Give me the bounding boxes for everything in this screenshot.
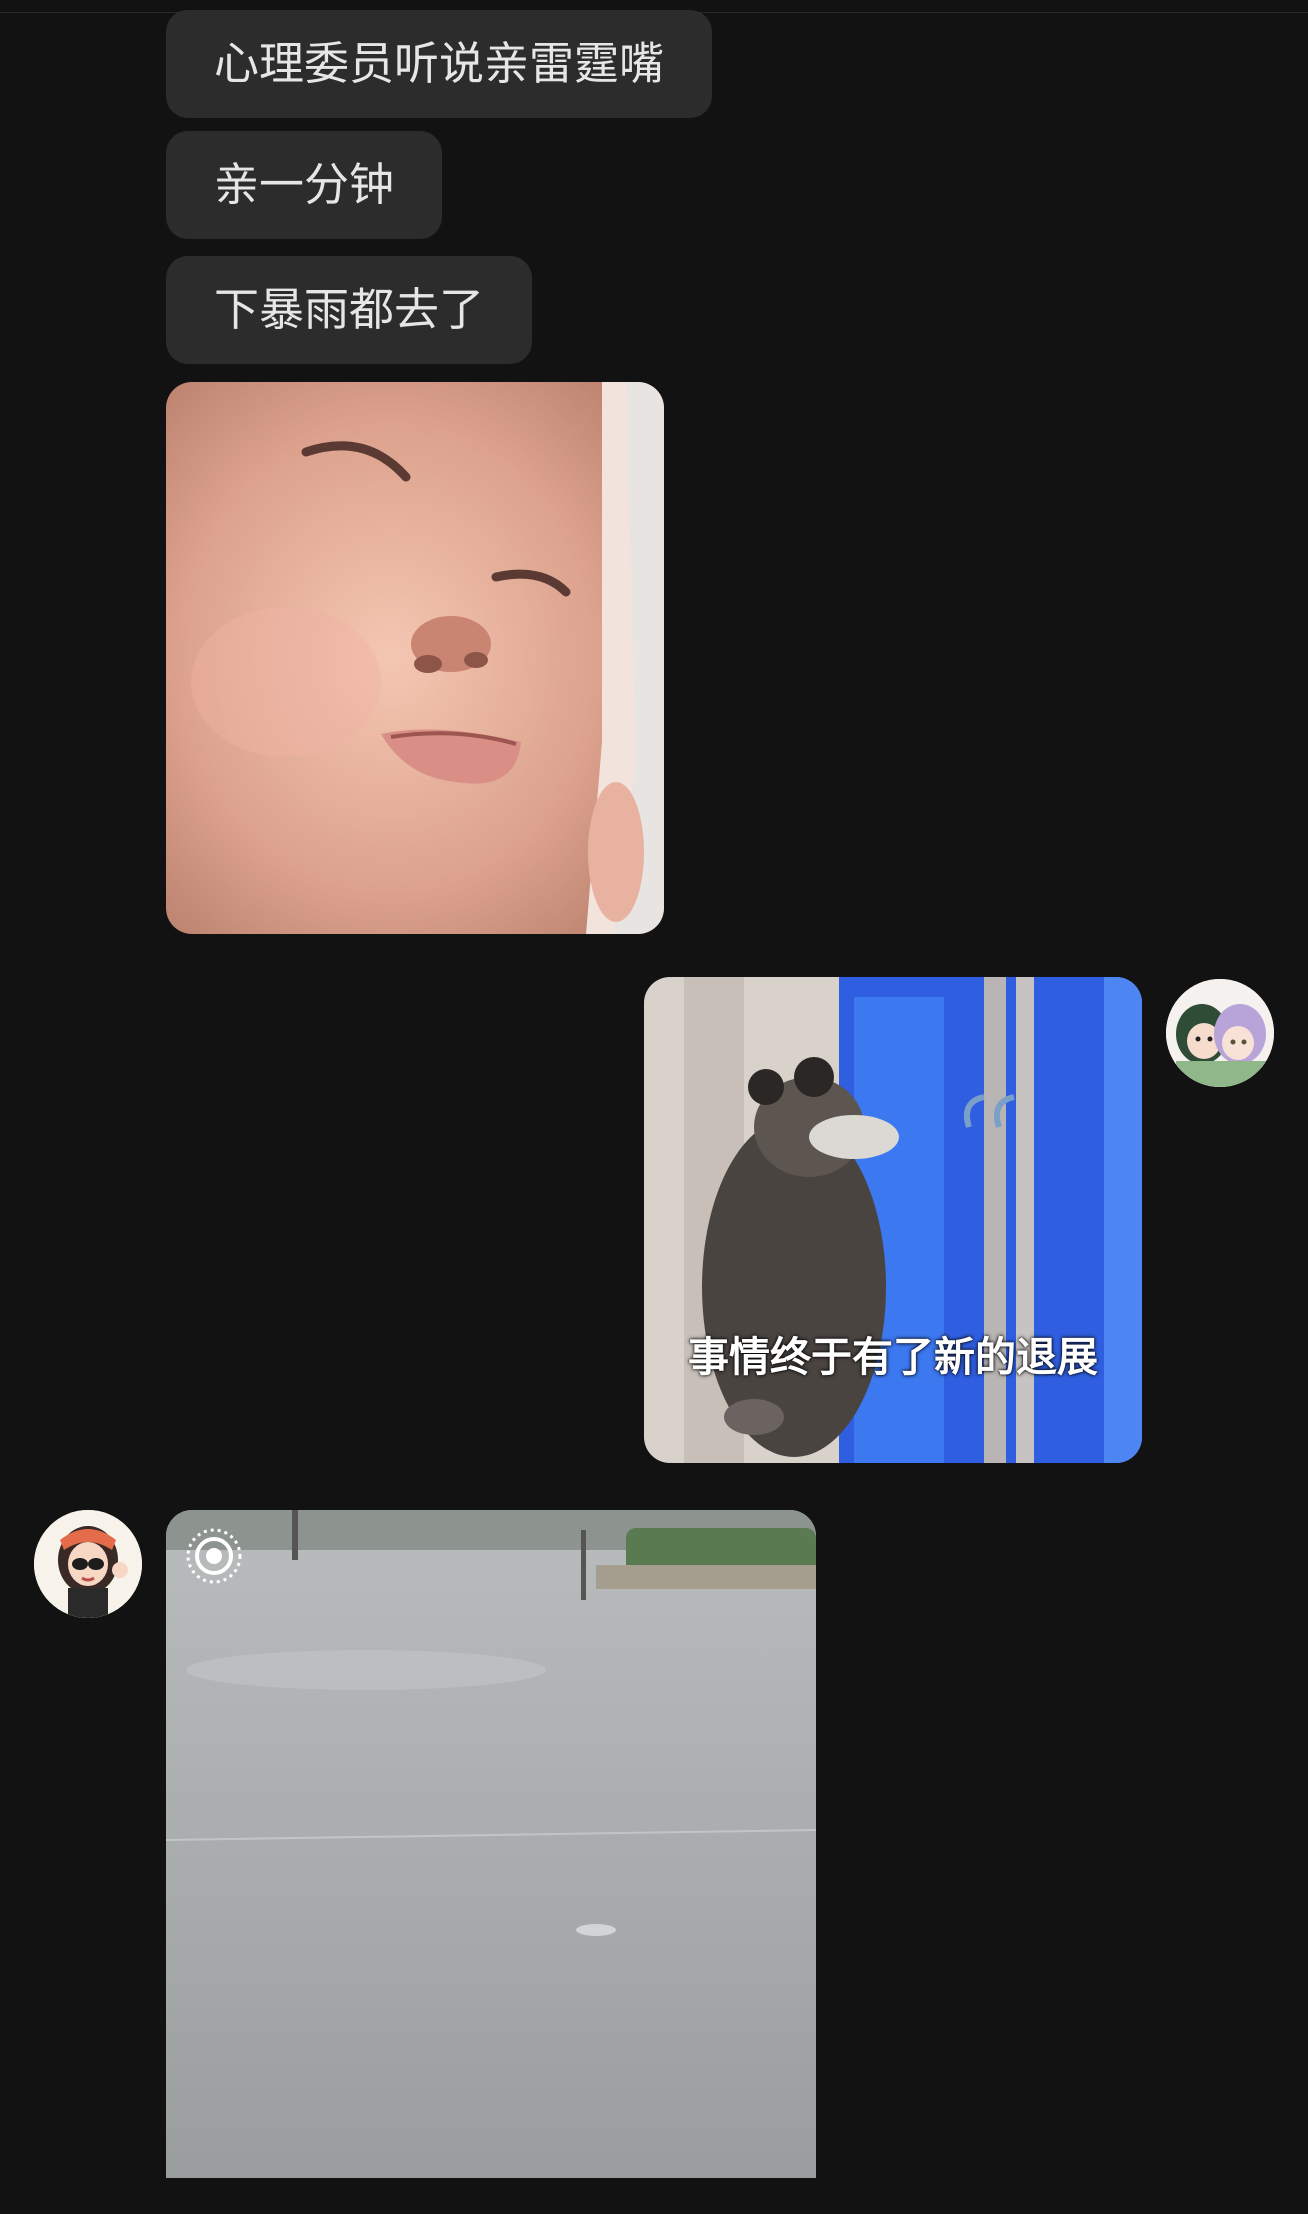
possum-window-image xyxy=(644,977,1142,1463)
message-bubble[interactable]: 亲一分钟 xyxy=(166,131,443,239)
girl-avatar-icon xyxy=(34,1510,142,1618)
sticker-caption: 事情终于有了新的退展 xyxy=(688,1333,1098,1381)
rainy-street-image xyxy=(166,1510,816,2178)
message-bubble[interactable]: 下暴雨都去了 xyxy=(166,256,533,364)
image-message-baby-sticker[interactable] xyxy=(166,382,664,934)
avatar-contact[interactable] xyxy=(34,1510,142,1618)
video-message-rain[interactable] xyxy=(166,1510,816,2178)
avatar-self[interactable] xyxy=(1166,979,1274,1087)
baby-face-image xyxy=(166,382,664,934)
anime-pair-avatar-icon xyxy=(1166,979,1274,1087)
message-bubble[interactable]: 心理委员听说亲雷霆嘴 xyxy=(166,10,713,118)
live-photo-icon[interactable] xyxy=(184,1526,244,1586)
image-message-possum-sticker[interactable]: 事情终于有了新的退展 xyxy=(644,977,1142,1463)
